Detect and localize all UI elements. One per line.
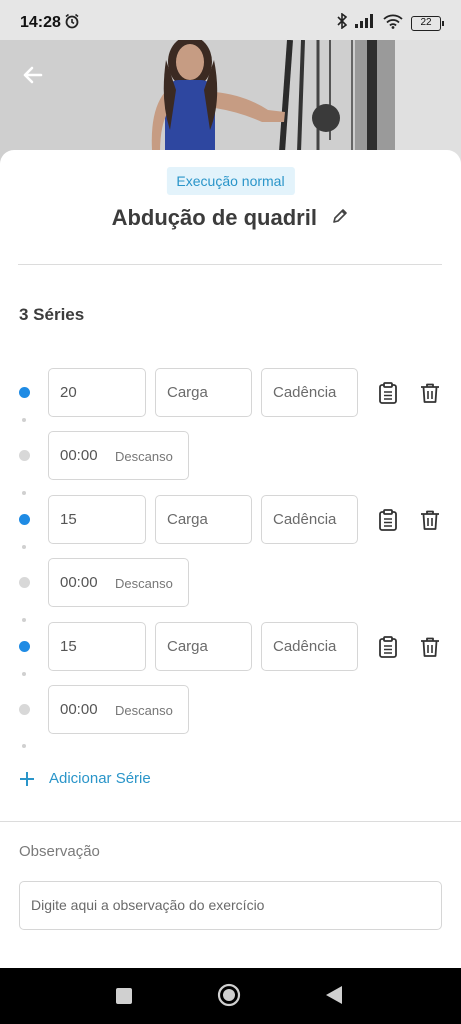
system-nav-bar bbox=[0, 968, 461, 1024]
clipboard-button[interactable] bbox=[376, 381, 400, 405]
pencil-icon[interactable] bbox=[331, 207, 349, 230]
back-button[interactable] bbox=[18, 60, 48, 90]
timeline-connector bbox=[22, 545, 26, 549]
home-circle-icon bbox=[217, 983, 241, 1007]
reps-input[interactable]: 15 bbox=[48, 622, 146, 671]
add-series-button[interactable]: Adicionar Série bbox=[19, 770, 151, 787]
rest-input[interactable]: 00:00 Descanso bbox=[48, 431, 189, 480]
signal-icon bbox=[355, 14, 375, 33]
timeline-dot-rest bbox=[19, 704, 30, 715]
status-icons: 22 bbox=[337, 12, 444, 34]
status-time: 14:28 bbox=[20, 14, 61, 31]
home-button[interactable] bbox=[217, 983, 241, 1012]
clipboard-icon bbox=[379, 382, 397, 404]
rest-time: 00:00 bbox=[60, 447, 98, 464]
wifi-icon bbox=[383, 14, 403, 34]
timeline-dot-active bbox=[19, 641, 30, 652]
timeline-connector bbox=[22, 491, 26, 495]
plus-icon bbox=[20, 771, 34, 786]
title-row: Abdução de quadril bbox=[0, 205, 461, 231]
exercise-sheet: Execução normal Abdução de quadril 3 Sér… bbox=[0, 150, 461, 968]
add-series-label: Adicionar Série bbox=[49, 770, 151, 787]
recents-button[interactable] bbox=[115, 987, 133, 1010]
timeline-connector bbox=[22, 672, 26, 676]
trash-icon bbox=[421, 637, 439, 657]
trash-icon bbox=[421, 510, 439, 530]
delete-series-button[interactable] bbox=[418, 635, 442, 659]
observation-input[interactable]: Digite aqui a observação do exercício bbox=[19, 881, 442, 930]
series-heading: 3 Séries bbox=[19, 305, 85, 324]
square-icon bbox=[116, 988, 132, 1004]
timeline-dot-active bbox=[19, 387, 30, 398]
clipboard-button[interactable] bbox=[376, 508, 400, 532]
timeline-dot-rest bbox=[19, 450, 30, 461]
reps-input[interactable]: 20 bbox=[48, 368, 146, 417]
back-nav-button[interactable] bbox=[325, 985, 343, 1010]
exercise-title: Abdução de quadril bbox=[111, 205, 317, 230]
load-input[interactable]: Carga bbox=[155, 622, 252, 671]
rest-input[interactable]: 00:00 Descanso bbox=[48, 558, 189, 607]
cadence-input[interactable]: Cadência bbox=[261, 495, 358, 544]
rest-input[interactable]: 00:00 Descanso bbox=[48, 685, 189, 734]
cadence-input[interactable]: Cadência bbox=[261, 368, 358, 417]
cadence-input[interactable]: Cadência bbox=[261, 622, 358, 671]
reps-input[interactable]: 15 bbox=[48, 495, 146, 544]
rest-label: Descanso bbox=[115, 449, 173, 464]
timeline-connector bbox=[22, 744, 26, 748]
trash-icon bbox=[421, 383, 439, 403]
load-input[interactable]: Carga bbox=[155, 495, 252, 544]
timeline-dot-rest bbox=[19, 577, 30, 588]
clipboard-icon bbox=[379, 509, 397, 531]
timeline-connector bbox=[22, 418, 26, 422]
observation-label: Observação bbox=[19, 843, 100, 860]
battery-icon: 22 bbox=[411, 16, 444, 31]
timeline-dot-active bbox=[19, 514, 30, 525]
divider bbox=[0, 821, 461, 822]
alarm-icon bbox=[64, 13, 80, 34]
delete-series-button[interactable] bbox=[418, 381, 442, 405]
divider bbox=[18, 264, 442, 265]
load-input[interactable]: Carga bbox=[155, 368, 252, 417]
rest-label: Descanso bbox=[115, 703, 173, 718]
rest-time: 00:00 bbox=[60, 701, 98, 718]
timeline-connector bbox=[22, 618, 26, 622]
delete-series-button[interactable] bbox=[418, 508, 442, 532]
clipboard-icon bbox=[379, 636, 397, 658]
execution-type-badge: Execução normal bbox=[166, 167, 295, 195]
clipboard-button[interactable] bbox=[376, 635, 400, 659]
rest-time: 00:00 bbox=[60, 574, 98, 591]
rest-label: Descanso bbox=[115, 576, 173, 591]
status-bar: 14:28 22 bbox=[0, 0, 461, 40]
triangle-back-icon bbox=[326, 986, 342, 1004]
bluetooth-icon bbox=[337, 12, 348, 34]
arrow-left-icon bbox=[23, 66, 43, 84]
